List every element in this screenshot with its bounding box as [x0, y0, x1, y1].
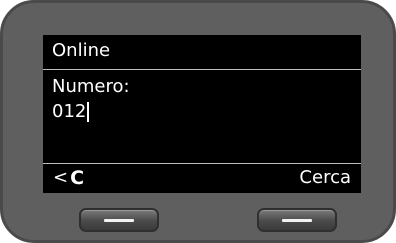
backspace-arrow-icon: < [53, 167, 69, 188]
softkey-left-delete[interactable]: < C [53, 167, 84, 189]
left-hardware-softkey[interactable] [79, 208, 159, 232]
softkey-dash-icon [282, 219, 312, 222]
right-hardware-softkey[interactable] [257, 208, 337, 232]
softkey-bar: < C Cerca [43, 163, 361, 193]
number-input[interactable]: 012 [52, 101, 90, 123]
status-bar: Online [43, 35, 361, 70]
number-input-value: 012 [52, 101, 87, 122]
softkey-left-label: C [70, 167, 85, 189]
number-field-label: Numero: [52, 76, 130, 97]
softkey-right-search[interactable]: Cerca [299, 167, 351, 189]
display-screen: Online Numero: 012 < C Cerca [43, 35, 361, 193]
phone-device: Online Numero: 012 < C Cerca [0, 0, 396, 243]
status-text: Online [52, 40, 111, 61]
text-cursor [87, 102, 90, 122]
softkey-dash-icon [104, 219, 134, 222]
